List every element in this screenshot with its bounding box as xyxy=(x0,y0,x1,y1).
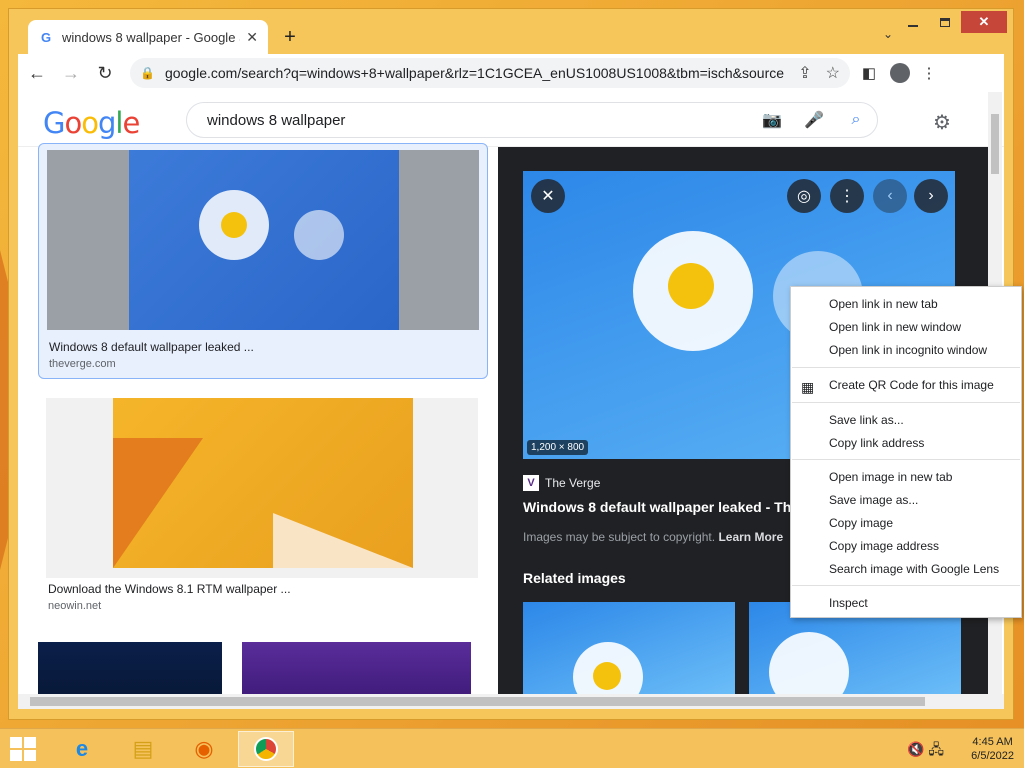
google-lens-icon[interactable]: ◎ xyxy=(787,179,821,213)
image-dimensions-badge: 1,200 × 800 xyxy=(527,440,589,455)
google-logo[interactable]: Google xyxy=(43,106,140,140)
result-card[interactable]: Download the Windows 8.1 RTM wallpaper .… xyxy=(38,392,488,622)
taskbar: e ▤ ◉ 🔇 🖧 4:45 AM 6/5/2022 xyxy=(0,728,1024,768)
menu-divider xyxy=(792,402,1020,403)
scrollbar-thumb[interactable] xyxy=(991,114,999,174)
menu-divider xyxy=(792,585,1020,586)
search-input[interactable]: windows 8 wallpaper xyxy=(207,112,751,129)
clock[interactable]: 4:45 AM 6/5/2022 xyxy=(971,735,1014,763)
clock-date: 6/5/2022 xyxy=(971,750,1014,762)
address-bar[interactable]: 🔒 google.com/search?q=windows+8+wallpape… xyxy=(130,58,850,88)
ctx-inspect[interactable]: Inspect xyxy=(829,596,868,610)
browser-toolbar: ← → ↻ 🔒 google.com/search?q=windows+8+wa… xyxy=(18,54,1004,92)
previous-image-chevron-icon[interactable]: ‹ xyxy=(873,179,907,213)
url-text[interactable]: google.com/search?q=windows+8+wallpaper&… xyxy=(165,65,784,81)
logo-letter: G xyxy=(43,106,66,140)
lock-icon: 🔒 xyxy=(140,66,155,80)
logo-letter: e xyxy=(122,106,140,140)
more-options-icon[interactable]: ⋮ xyxy=(830,179,864,213)
logo-letter: g xyxy=(97,106,116,140)
result-thumbnail[interactable] xyxy=(38,642,222,702)
tab-title: windows 8 wallpaper - Google S xyxy=(62,29,241,45)
result-thumbnail[interactable] xyxy=(47,150,479,330)
menu-divider xyxy=(792,459,1020,460)
minimize-icon xyxy=(908,25,918,27)
maximize-icon xyxy=(940,17,950,27)
back-button[interactable]: ← xyxy=(22,58,52,88)
clock-time: 4:45 AM xyxy=(972,736,1013,748)
reload-button[interactable]: ↻ xyxy=(90,58,120,88)
google-header: Google windows 8 wallpaper 📷 🎤 ⌕ ⚙ ⠿ xyxy=(18,92,1004,147)
verge-logo-icon: V xyxy=(523,475,539,491)
copyright-text: Images may be subject to copyright. xyxy=(523,530,716,544)
ctx-open-link-new-tab[interactable]: Open link in new tab xyxy=(829,297,938,311)
ctx-copy-image[interactable]: Copy image xyxy=(829,516,893,530)
result-title[interactable]: Windows 8 default wallpaper leaked ... xyxy=(49,340,254,354)
scrollbar-thumb[interactable] xyxy=(30,697,925,706)
ctx-search-google-lens[interactable]: Search image with Google Lens xyxy=(829,562,999,576)
browser-tab[interactable]: G windows 8 wallpaper - Google S ✕ xyxy=(28,20,268,54)
firefox-icon[interactable]: ◉ xyxy=(176,731,232,767)
profile-avatar[interactable] xyxy=(890,63,910,83)
result-thumbnail[interactable] xyxy=(46,398,478,578)
ctx-copy-link-address[interactable]: Copy link address xyxy=(829,436,924,450)
related-image[interactable] xyxy=(523,602,735,702)
copyright-notice: Images may be subject to copyright. Lear… xyxy=(523,530,783,544)
related-images-heading: Related images xyxy=(523,570,626,586)
result-source[interactable]: neowin.net xyxy=(48,600,101,612)
side-panel-icon[interactable]: ◧ xyxy=(854,58,884,88)
next-image-chevron-icon[interactable]: › xyxy=(914,179,948,213)
menu-kebab-icon[interactable]: ⋮ xyxy=(914,58,944,88)
result-source[interactable]: theverge.com xyxy=(49,358,116,370)
ctx-copy-image-address[interactable]: Copy image address xyxy=(829,539,939,553)
settings-gear-icon[interactable]: ⚙ xyxy=(933,110,951,135)
camera-icon[interactable]: 📷 xyxy=(751,110,793,130)
forward-button[interactable]: → xyxy=(56,58,86,88)
qr-code-icon: ▦ xyxy=(801,379,815,395)
ctx-create-qr-code[interactable]: Create QR Code for this image xyxy=(829,378,994,392)
tab-search-chevron-down-icon[interactable]: ⌄ xyxy=(883,27,893,41)
result-title[interactable]: Download the Windows 8.1 RTM wallpaper .… xyxy=(48,582,291,596)
ctx-open-link-incognito[interactable]: Open link in incognito window xyxy=(829,343,987,357)
logo-letter: o xyxy=(64,106,82,140)
chrome-icon[interactable] xyxy=(238,731,294,767)
close-preview-icon[interactable]: ✕ xyxy=(531,179,565,213)
result-card[interactable]: Windows 8 default wallpaper leaked ... t… xyxy=(38,143,488,379)
title-bar: G windows 8 wallpaper - Google S ✕ + ⌄ ✕ xyxy=(9,9,1013,54)
image-results: Windows 8 default wallpaper leaked ... t… xyxy=(18,143,498,703)
menu-divider xyxy=(792,367,1020,368)
horizontal-scrollbar[interactable] xyxy=(18,694,1004,709)
minimize-button[interactable] xyxy=(897,11,929,33)
bookmark-star-icon[interactable]: ☆ xyxy=(826,63,840,83)
learn-more-link[interactable]: Learn More xyxy=(718,530,783,544)
start-button-windows-icon[interactable] xyxy=(10,737,38,761)
maximize-button[interactable] xyxy=(929,11,961,33)
search-box[interactable]: windows 8 wallpaper 📷 🎤 ⌕ xyxy=(186,102,878,138)
preview-title[interactable]: Windows 8 default wallpaper leaked - The xyxy=(523,499,799,515)
new-tab-button[interactable]: + xyxy=(279,26,301,48)
share-icon[interactable]: ⇪ xyxy=(798,63,811,83)
preview-site[interactable]: V The Verge xyxy=(523,475,600,491)
ctx-save-link-as[interactable]: Save link as... xyxy=(829,413,904,427)
tab-close-icon[interactable]: ✕ xyxy=(246,29,258,46)
ctx-open-image-new-tab[interactable]: Open image in new tab xyxy=(829,470,952,484)
volume-muted-icon[interactable]: 🔇 xyxy=(907,741,924,757)
logo-letter: o xyxy=(81,106,99,140)
site-name[interactable]: The Verge xyxy=(545,476,600,490)
internet-explorer-icon[interactable]: e xyxy=(54,731,110,767)
google-favicon-icon: G xyxy=(40,29,52,45)
system-tray: 🔇 🖧 xyxy=(907,739,944,763)
ctx-save-image-as[interactable]: Save image as... xyxy=(829,493,918,507)
ctx-open-link-new-window[interactable]: Open link in new window xyxy=(829,320,961,334)
network-icon[interactable]: 🖧 xyxy=(928,741,944,757)
search-icon[interactable]: ⌕ xyxy=(835,111,877,129)
close-window-button[interactable]: ✕ xyxy=(961,11,1007,33)
result-thumbnail[interactable] xyxy=(242,642,471,702)
context-menu: Open link in new tab Open link in new wi… xyxy=(790,286,1022,618)
microphone-icon[interactable]: 🎤 xyxy=(793,110,835,130)
file-explorer-icon[interactable]: ▤ xyxy=(115,731,171,767)
